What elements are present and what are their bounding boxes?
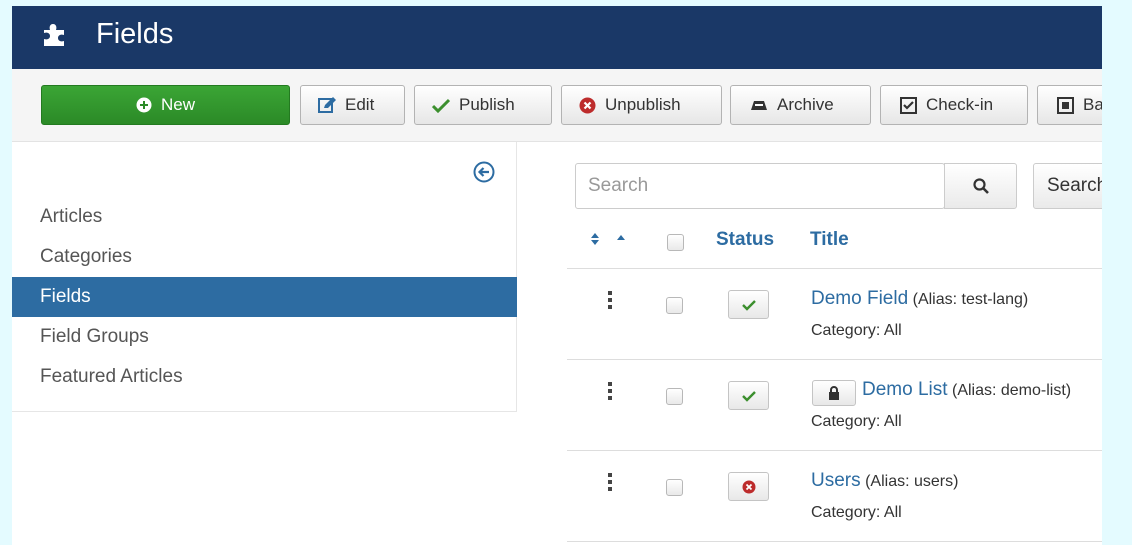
unpublish-button-label: Unpublish — [605, 95, 681, 114]
sidebar-item-articles[interactable]: Articles — [12, 197, 517, 237]
sidebar-item-fields[interactable]: Fields — [12, 277, 517, 317]
archive-icon — [750, 99, 768, 111]
table-row: Users (Alias: users) Category: All — [567, 451, 1102, 541]
checkbox-icon — [900, 96, 917, 114]
search-tools-button[interactable]: Search T — [1033, 163, 1102, 209]
sidebar-item-field-groups[interactable]: Field Groups — [12, 317, 517, 357]
page-title: Fields — [96, 18, 174, 50]
sidebar: Articles Categories Fields Field Groups … — [12, 142, 517, 412]
lock-icon — [829, 386, 839, 400]
row-title-line: Demo Field (Alias: test-lang) — [811, 286, 1028, 313]
row-checkbox[interactable] — [666, 297, 683, 314]
new-button-label: New — [160, 95, 195, 114]
field-title-link[interactable]: Demo List — [862, 379, 948, 400]
toolbar: New Edit Publish Unpublish Archive Check… — [12, 69, 1102, 142]
edit-button-label: Edit — [345, 95, 375, 114]
archive-button-label: Archive — [777, 95, 834, 114]
batch-button[interactable]: Batc — [1037, 85, 1102, 125]
checkin-button[interactable]: Check-in — [880, 85, 1028, 125]
page: Fields New Edit Publish Unpublish Archiv… — [12, 6, 1102, 545]
field-title-link[interactable]: Demo Field — [811, 288, 908, 309]
app-header: Fields — [12, 6, 1102, 69]
row-title-line: Users (Alias: users) — [811, 468, 958, 495]
check-icon — [741, 299, 756, 311]
column-header-title[interactable]: Title — [810, 228, 849, 252]
checkin-lock-button[interactable] — [812, 380, 856, 406]
checkin-button-label: Check-in — [926, 95, 994, 114]
plus-circle-icon — [136, 97, 152, 113]
unpublish-button[interactable]: Unpublish — [561, 85, 722, 125]
drag-handle-icon[interactable] — [608, 473, 613, 491]
row-title-line: Demo List (Alias: demo-list) — [862, 377, 1071, 404]
row-checkbox[interactable] — [666, 388, 683, 405]
publish-button-label: Publish — [459, 95, 515, 114]
times-circle-icon — [742, 480, 755, 493]
table-row: Demo Field (Alias: test-lang) Category: … — [567, 269, 1102, 359]
field-alias: (Alias: demo-list) — [951, 382, 1072, 399]
search-input[interactable] — [576, 164, 944, 208]
check-icon — [432, 98, 450, 113]
field-category: Category: All — [811, 322, 902, 339]
drag-handle-icon[interactable] — [608, 382, 613, 400]
search-icon — [972, 178, 989, 194]
sidebar-item-featured-articles[interactable]: Featured Articles — [12, 357, 517, 397]
new-button[interactable]: New — [41, 85, 290, 125]
field-alias: (Alias: test-lang) — [912, 291, 1029, 308]
status-toggle-button[interactable] — [728, 472, 769, 501]
search-box — [575, 163, 945, 209]
check-icon — [741, 390, 756, 402]
column-header-status[interactable]: Status — [716, 228, 774, 252]
field-alias: (Alias: users) — [865, 473, 959, 490]
times-circle-icon — [579, 97, 596, 114]
archive-button[interactable]: Archive — [730, 85, 871, 125]
edit-button[interactable]: Edit — [300, 85, 405, 125]
puzzle-icon — [44, 24, 64, 46]
field-category: Category: All — [811, 413, 902, 430]
status-toggle-button[interactable] — [728, 290, 769, 319]
publish-button[interactable]: Publish — [414, 85, 552, 125]
field-category: Category: All — [811, 504, 902, 521]
square-icon — [1057, 96, 1074, 114]
field-title-link[interactable]: Users — [811, 470, 861, 491]
sort-order-icon[interactable] — [589, 231, 629, 247]
arrow-left-circle-icon[interactable] — [473, 161, 495, 183]
select-all-checkbox[interactable] — [667, 234, 684, 251]
status-toggle-button[interactable] — [728, 381, 769, 410]
drag-handle-icon[interactable] — [608, 291, 613, 309]
search-button[interactable] — [944, 163, 1017, 209]
batch-button-label: Batc — [1083, 95, 1102, 114]
row-divider — [567, 541, 1102, 542]
sidebar-item-categories[interactable]: Categories — [12, 237, 517, 277]
row-checkbox[interactable] — [666, 479, 683, 496]
edit-icon — [318, 97, 336, 113]
table-row: Demo List (Alias: demo-list) Category: A… — [567, 360, 1102, 450]
